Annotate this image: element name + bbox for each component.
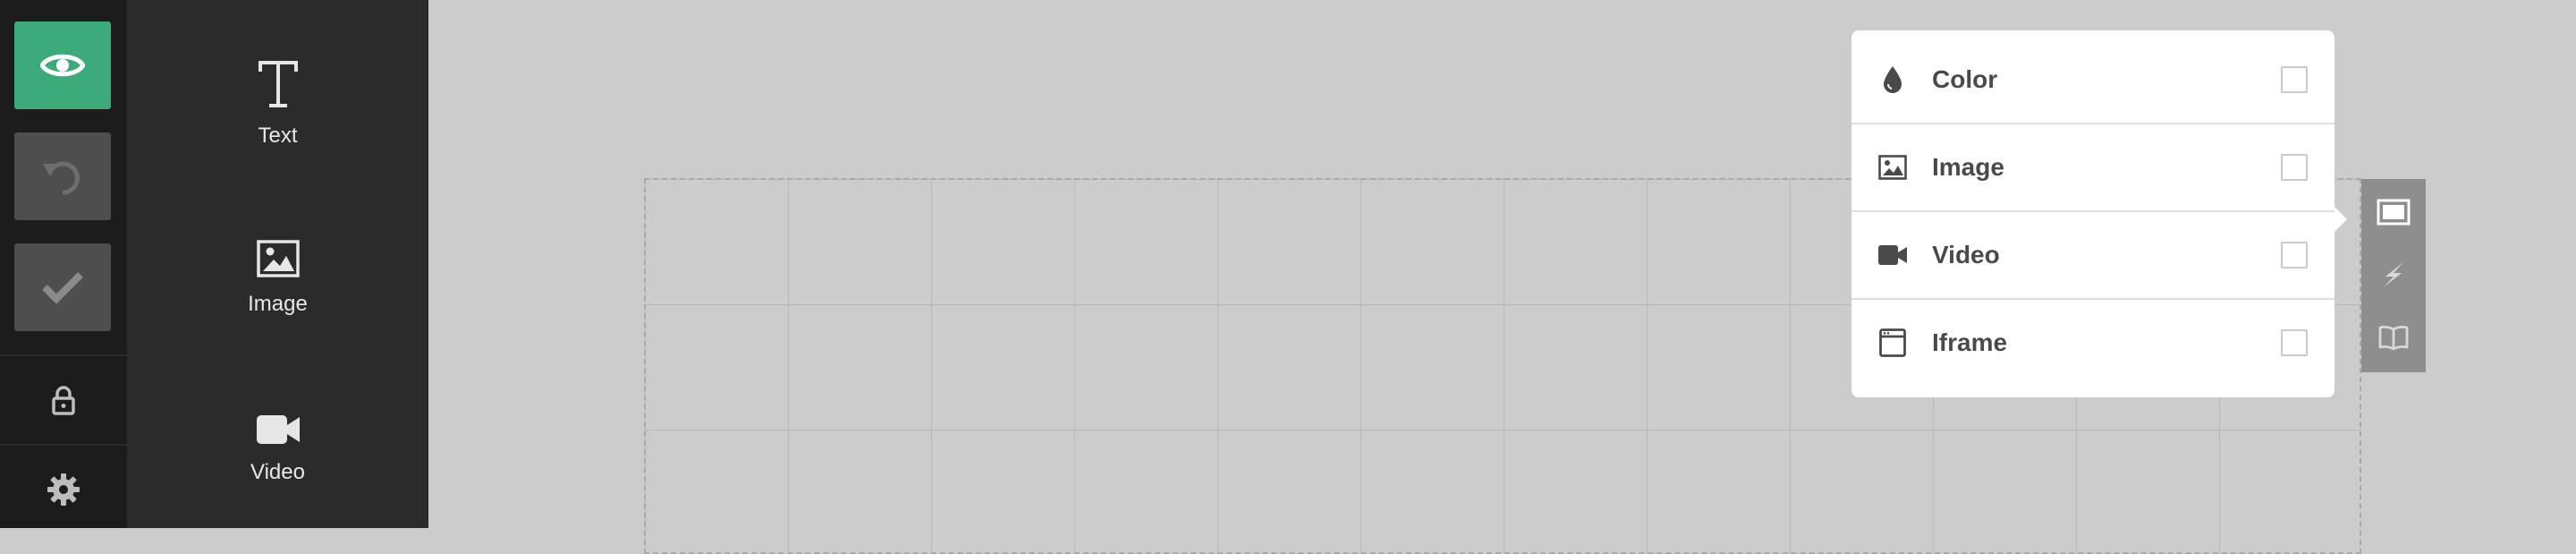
palette-item-label: Video	[250, 460, 305, 484]
menu-item-label: Image	[1932, 152, 2004, 181]
background-button[interactable]	[2361, 181, 2426, 243]
palette-item-image[interactable]: Image	[127, 215, 428, 349]
menu-item-video[interactable]: Video	[1852, 210, 2334, 297]
toolbar-divider	[0, 444, 127, 446]
menu-item-color[interactable]: Color	[1852, 36, 2334, 123]
save-button[interactable]	[14, 243, 111, 331]
browser-window-icon	[1879, 328, 1906, 357]
color-checkbox[interactable]	[2281, 65, 2308, 93]
palette-item-label: Text	[258, 124, 298, 148]
iframe-checkbox[interactable]	[2281, 328, 2308, 356]
menu-item-iframe[interactable]: Iframe	[1852, 298, 2334, 385]
palette-item-video[interactable]: Video	[127, 383, 428, 517]
menu-item-label: Video	[1932, 240, 2000, 268]
palette-item-text[interactable]: Text	[127, 47, 428, 181]
lock-button[interactable]	[0, 360, 127, 440]
gear-icon	[47, 473, 80, 506]
library-button[interactable]	[2361, 306, 2426, 369]
video-icon	[256, 415, 300, 444]
background-icon	[2377, 199, 2411, 226]
left-toolbar	[0, 0, 127, 528]
eye-icon	[40, 54, 85, 77]
text-icon	[258, 61, 298, 107]
lightning-icon	[2384, 262, 2403, 287]
palette-item-label: Image	[248, 292, 308, 316]
book-icon	[2378, 326, 2409, 350]
preview-button[interactable]	[14, 21, 111, 109]
video-camera-icon	[1878, 244, 1907, 265]
checkmark-icon	[42, 272, 83, 304]
lock-icon	[52, 386, 75, 415]
image-icon	[256, 240, 300, 277]
undo-icon	[43, 161, 80, 195]
undo-button[interactable]	[14, 132, 111, 220]
element-palette: Text Image Video	[127, 0, 428, 528]
background-type-menu: Color Image Video Iframe	[1852, 30, 2347, 397]
menu-item-label: Iframe	[1932, 328, 2008, 356]
menu-item-label: Color	[1932, 64, 1998, 93]
settings-button[interactable]	[0, 449, 127, 530]
image-icon	[1878, 154, 1907, 180]
menu-item-image[interactable]: Image	[1852, 123, 2334, 209]
drop-icon	[1884, 65, 1902, 93]
video-checkbox[interactable]	[2281, 241, 2308, 268]
toolbar-divider	[0, 354, 127, 356]
image-checkbox[interactable]	[2281, 153, 2308, 181]
action-button[interactable]	[2361, 243, 2426, 306]
block-side-panel	[2361, 179, 2426, 372]
